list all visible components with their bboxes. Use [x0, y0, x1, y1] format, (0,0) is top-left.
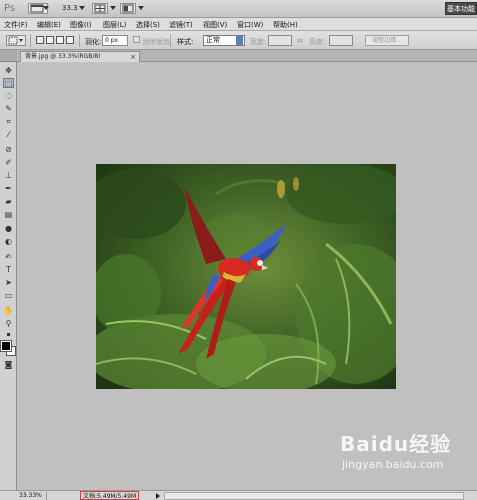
menu-file[interactable]: 文件(F) — [4, 20, 28, 30]
type-tool-icon[interactable]: T — [3, 265, 14, 275]
quick-select-tool-icon[interactable]: ✎ — [3, 104, 14, 114]
document-size-info[interactable]: 文档:5.49M/5.49M — [80, 491, 140, 500]
dodge-tool-icon[interactable]: ◐ — [3, 237, 14, 247]
chevron-down-icon[interactable] — [79, 6, 85, 10]
menu-bar: 文件(F) 编辑(E) 图像(I) 图层(L) 选择(S) 滤镜(T) 视图(V… — [0, 18, 477, 31]
arrange-icon — [122, 4, 134, 13]
subtract-selection-icon[interactable] — [56, 36, 64, 44]
chevron-down-icon — [236, 36, 243, 45]
eraser-tool-icon[interactable]: ▰ — [3, 197, 14, 207]
photoshop-logo: Ps — [4, 3, 16, 14]
height-label: 高度: — [309, 38, 326, 46]
view-extras-button[interactable] — [92, 3, 108, 14]
gradient-tool-icon[interactable]: ▤ — [3, 210, 14, 220]
document-tab[interactable]: 背景.jpg @ 33.3%(RGB/8) × — [20, 51, 140, 62]
grid-icon — [94, 4, 106, 13]
style-select[interactable]: 正常 — [203, 35, 245, 46]
separator — [30, 34, 31, 47]
close-icon[interactable]: × — [130, 52, 136, 62]
baidu-watermark: Baidu经验 jingyan.baidu.com — [340, 428, 470, 483]
antialias-label: 消除锯齿 — [142, 38, 170, 46]
canvas-area[interactable] — [17, 63, 477, 490]
crop-tool-icon[interactable]: ⌗ — [3, 117, 14, 127]
tool-options-bar: 羽化: 0 px 消除锯齿 样式: 正常 宽度: ⇄ 高度: 调整边缘... — [0, 31, 477, 50]
default-colors-icon[interactable]: ▪ — [3, 330, 14, 340]
menu-edit[interactable]: 编辑(E) — [37, 20, 61, 30]
blur-tool-icon[interactable]: ● — [3, 224, 14, 234]
healing-brush-tool-icon[interactable]: ⊘ — [3, 145, 14, 155]
pen-tool-icon[interactable]: ✍ — [3, 252, 14, 262]
brush-tool-icon[interactable]: ✐ — [3, 158, 14, 168]
workspace-switcher-button[interactable]: 基本功能 — [445, 2, 477, 15]
foreground-color-swatch[interactable] — [0, 340, 12, 352]
menu-view[interactable]: 视图(V) — [203, 20, 227, 30]
status-menu-arrow-icon[interactable] — [156, 493, 160, 499]
history-brush-tool-icon[interactable]: ✒ — [3, 184, 14, 194]
status-zoom[interactable]: 33.33% — [19, 492, 47, 500]
swap-icon[interactable]: ⇄ — [297, 37, 303, 45]
zoom-tool-icon[interactable]: ⚲ — [3, 319, 14, 329]
style-label: 样式: — [177, 38, 194, 46]
horizontal-scrollbar[interactable] — [164, 492, 464, 500]
feather-label: 羽化: — [85, 38, 102, 46]
document-image[interactable] — [96, 164, 396, 389]
menu-select[interactable]: 选择(S) — [136, 20, 160, 30]
chevron-down-icon — [43, 6, 49, 10]
marquee-tool-icon[interactable]: ⬚ — [3, 78, 14, 88]
watermark-url: jingyan.baidu.com — [342, 458, 444, 471]
antialias-checkbox[interactable] — [133, 36, 140, 43]
shape-tool-icon[interactable]: ▭ — [3, 291, 14, 301]
feather-input[interactable]: 0 px — [102, 35, 128, 46]
watermark-logo-text: Baidu经验 — [340, 432, 452, 456]
toolbox-grip[interactable] — [0, 50, 17, 62]
chevron-down-icon — [110, 6, 116, 10]
chevron-down-icon — [138, 6, 144, 10]
refine-edge-button[interactable]: 调整边缘... — [365, 35, 409, 46]
arrange-documents-button[interactable] — [120, 3, 136, 14]
hand-tool-icon[interactable]: ✋ — [3, 306, 14, 316]
parrot-photo — [96, 164, 396, 389]
intersect-selection-icon[interactable] — [66, 36, 74, 44]
application-bar: Ps 33.3 基本功能 — [0, 0, 477, 18]
document-tab-bar: 背景.jpg @ 33.3%(RGB/8) × — [16, 50, 477, 62]
lasso-tool-icon[interactable]: ◌ — [3, 91, 14, 101]
quick-mask-icon[interactable]: ◙ — [3, 360, 14, 370]
clone-stamp-tool-icon[interactable]: ⊥ — [3, 171, 14, 181]
tool-preset-picker[interactable] — [6, 35, 26, 46]
document-tab-title: 背景.jpg @ 33.3%(RGB/8) — [25, 53, 101, 60]
eyedropper-tool-icon[interactable]: ⁄ — [3, 130, 14, 140]
add-to-selection-icon[interactable] — [46, 36, 54, 44]
status-bar: 33.33% 文档:5.49M/5.49M — [0, 490, 477, 500]
path-select-tool-icon[interactable]: ➤ — [3, 278, 14, 288]
separator — [79, 34, 80, 47]
menu-window[interactable]: 窗口(W) — [237, 20, 263, 30]
menu-filter[interactable]: 滤镜(T) — [169, 20, 193, 30]
new-selection-icon[interactable] — [36, 36, 44, 44]
marquee-icon — [8, 36, 23, 45]
width-label: 宽度: — [250, 38, 267, 46]
height-input[interactable] — [329, 35, 353, 46]
menu-help[interactable]: 帮助(H) — [273, 20, 298, 30]
menu-image[interactable]: 图像(I) — [70, 20, 92, 30]
style-select-value: 正常 — [206, 36, 220, 44]
zoom-level-text[interactable]: 33.3 — [62, 4, 78, 12]
toolbox: ✥ ⬚ ◌ ✎ ⌗ ⁄ ⊘ ✐ ⊥ ✒ ▰ ▤ ● ◐ ✍ T ➤ ▭ ✋ ⚲ … — [0, 50, 17, 490]
menu-layer[interactable]: 图层(L) — [103, 20, 126, 30]
width-input[interactable] — [268, 35, 292, 46]
separator — [170, 34, 171, 47]
move-tool-icon[interactable]: ✥ — [3, 66, 14, 76]
